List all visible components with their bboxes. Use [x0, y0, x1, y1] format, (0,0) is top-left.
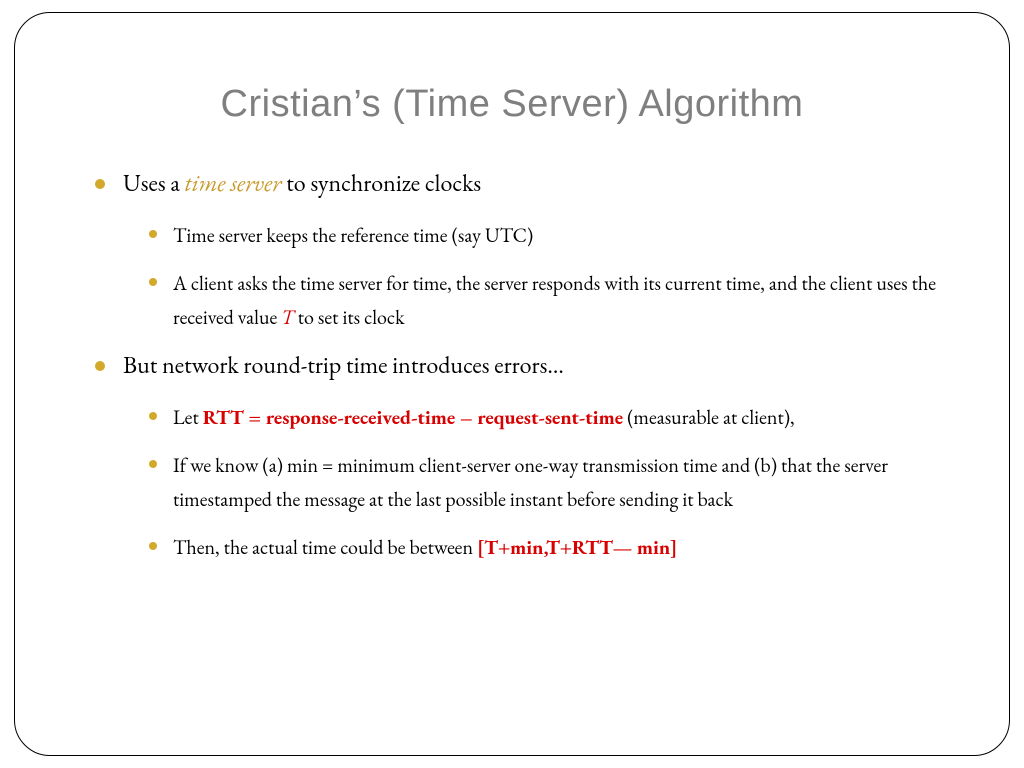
- b2s1-bold: RTT = response-received-time – request-s…: [203, 404, 623, 430]
- b1s2-post: to set its clock: [294, 304, 405, 330]
- b2s1-pre: Let: [173, 404, 203, 430]
- bullet-1-pre: Uses a: [123, 168, 185, 199]
- bullet-1-post: to synchronize clocks: [281, 168, 481, 199]
- slide-frame: Cristian’s (Time Server) Algorithm Uses …: [14, 12, 1010, 756]
- bullet-2-subs: Let RTT = response-received-time – reque…: [123, 400, 949, 564]
- bullet-1-sub-1: Time server keeps the reference time (sa…: [149, 218, 949, 252]
- b2s3-bold: [T+min,T+RTT— min]: [477, 534, 677, 560]
- bullet-2: But network round-trip time introduces e…: [95, 348, 949, 564]
- bullet-2-sub-2: If we know (a) min = minimum client-serv…: [149, 448, 949, 516]
- bullet-list: Uses a time server to synchronize clocks…: [75, 166, 949, 564]
- b2s1-post: (measurable at client),: [623, 404, 795, 430]
- bullet-1-subs: Time server keeps the reference time (sa…: [123, 218, 949, 334]
- bullet-1-sub-2: A client asks the time server for time, …: [149, 266, 949, 334]
- bullet-2-sub-3: Then, the actual time could be between […: [149, 530, 949, 564]
- slide-title: Cristian’s (Time Server) Algorithm: [75, 83, 949, 126]
- bullet-1-highlight: time server: [185, 168, 282, 199]
- bullet-2-sub-1: Let RTT = response-received-time – reque…: [149, 400, 949, 434]
- b2s3-pre: Then, the actual time could be between: [173, 534, 477, 560]
- bullet-2-text: But network round-trip time introduces e…: [123, 350, 564, 381]
- b1s2-T: T: [281, 304, 293, 330]
- bullet-1: Uses a time server to synchronize clocks…: [95, 166, 949, 334]
